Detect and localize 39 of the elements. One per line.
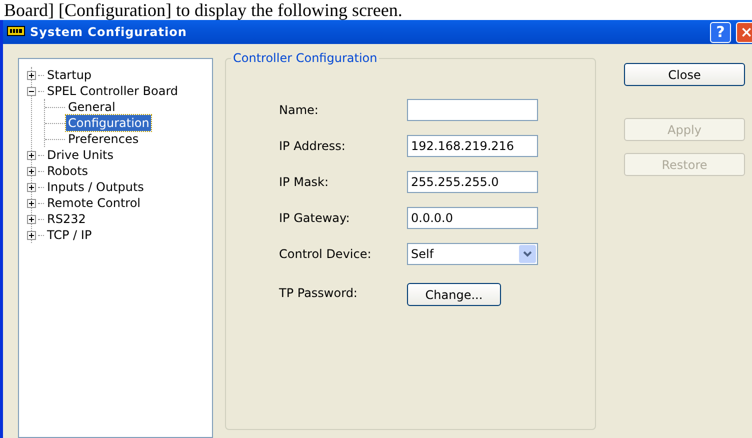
- window-title: System Configuration: [30, 25, 188, 39]
- text-field[interactable]: [407, 99, 538, 121]
- expand-icon[interactable]: [27, 70, 36, 80]
- close-button[interactable]: ×: [736, 22, 752, 42]
- field-label: IP Address:: [279, 139, 346, 153]
- group-title: Controller Configuration: [231, 51, 380, 65]
- tree-item[interactable]: Startup: [45, 67, 94, 83]
- tree-item[interactable]: Drive Units: [45, 147, 116, 163]
- field-label: Control Device:: [279, 247, 372, 261]
- tree-item[interactable]: RS232: [45, 211, 88, 227]
- app-icon: [7, 26, 25, 38]
- tree-item[interactable]: Preferences: [66, 131, 141, 147]
- chevron-down-icon: [519, 245, 536, 263]
- dialog-button[interactable]: Close: [624, 63, 745, 86]
- text-field[interactable]: 192.168.219.216: [407, 135, 538, 157]
- tree-item[interactable]: Inputs / Outputs: [45, 179, 146, 195]
- expand-icon[interactable]: [27, 230, 36, 240]
- tree-item[interactable]: Robots: [45, 163, 90, 179]
- tree-item[interactable]: General: [66, 99, 118, 115]
- field-label: IP Mask:: [279, 175, 330, 189]
- collapse-icon[interactable]: [27, 86, 36, 96]
- expand-icon[interactable]: [27, 166, 36, 176]
- tree-item[interactable]: TCP / IP: [45, 227, 94, 243]
- change-button[interactable]: Change...: [407, 283, 501, 306]
- tree-item[interactable]: SPEL Controller Board: [45, 83, 180, 99]
- expand-icon[interactable]: [27, 182, 36, 192]
- expand-icon[interactable]: [27, 198, 36, 208]
- expand-icon[interactable]: [27, 214, 36, 224]
- field-label: IP Gateway:: [279, 211, 351, 225]
- document-caption: Board] [Configuration] to display the following screen.: [3, 0, 404, 20]
- expand-icon[interactable]: [27, 150, 36, 160]
- text-field[interactable]: 255.255.255.0: [407, 171, 538, 193]
- help-button[interactable]: ?: [710, 22, 731, 42]
- field-label: TP Password:: [279, 286, 358, 300]
- dropdown[interactable]: Self: [407, 243, 538, 265]
- tree-item[interactable]: Configuration: [66, 115, 152, 131]
- tree-item[interactable]: Remote Control: [45, 195, 142, 211]
- field-label: Name:: [279, 103, 320, 117]
- text-field[interactable]: 0.0.0.0: [407, 207, 538, 229]
